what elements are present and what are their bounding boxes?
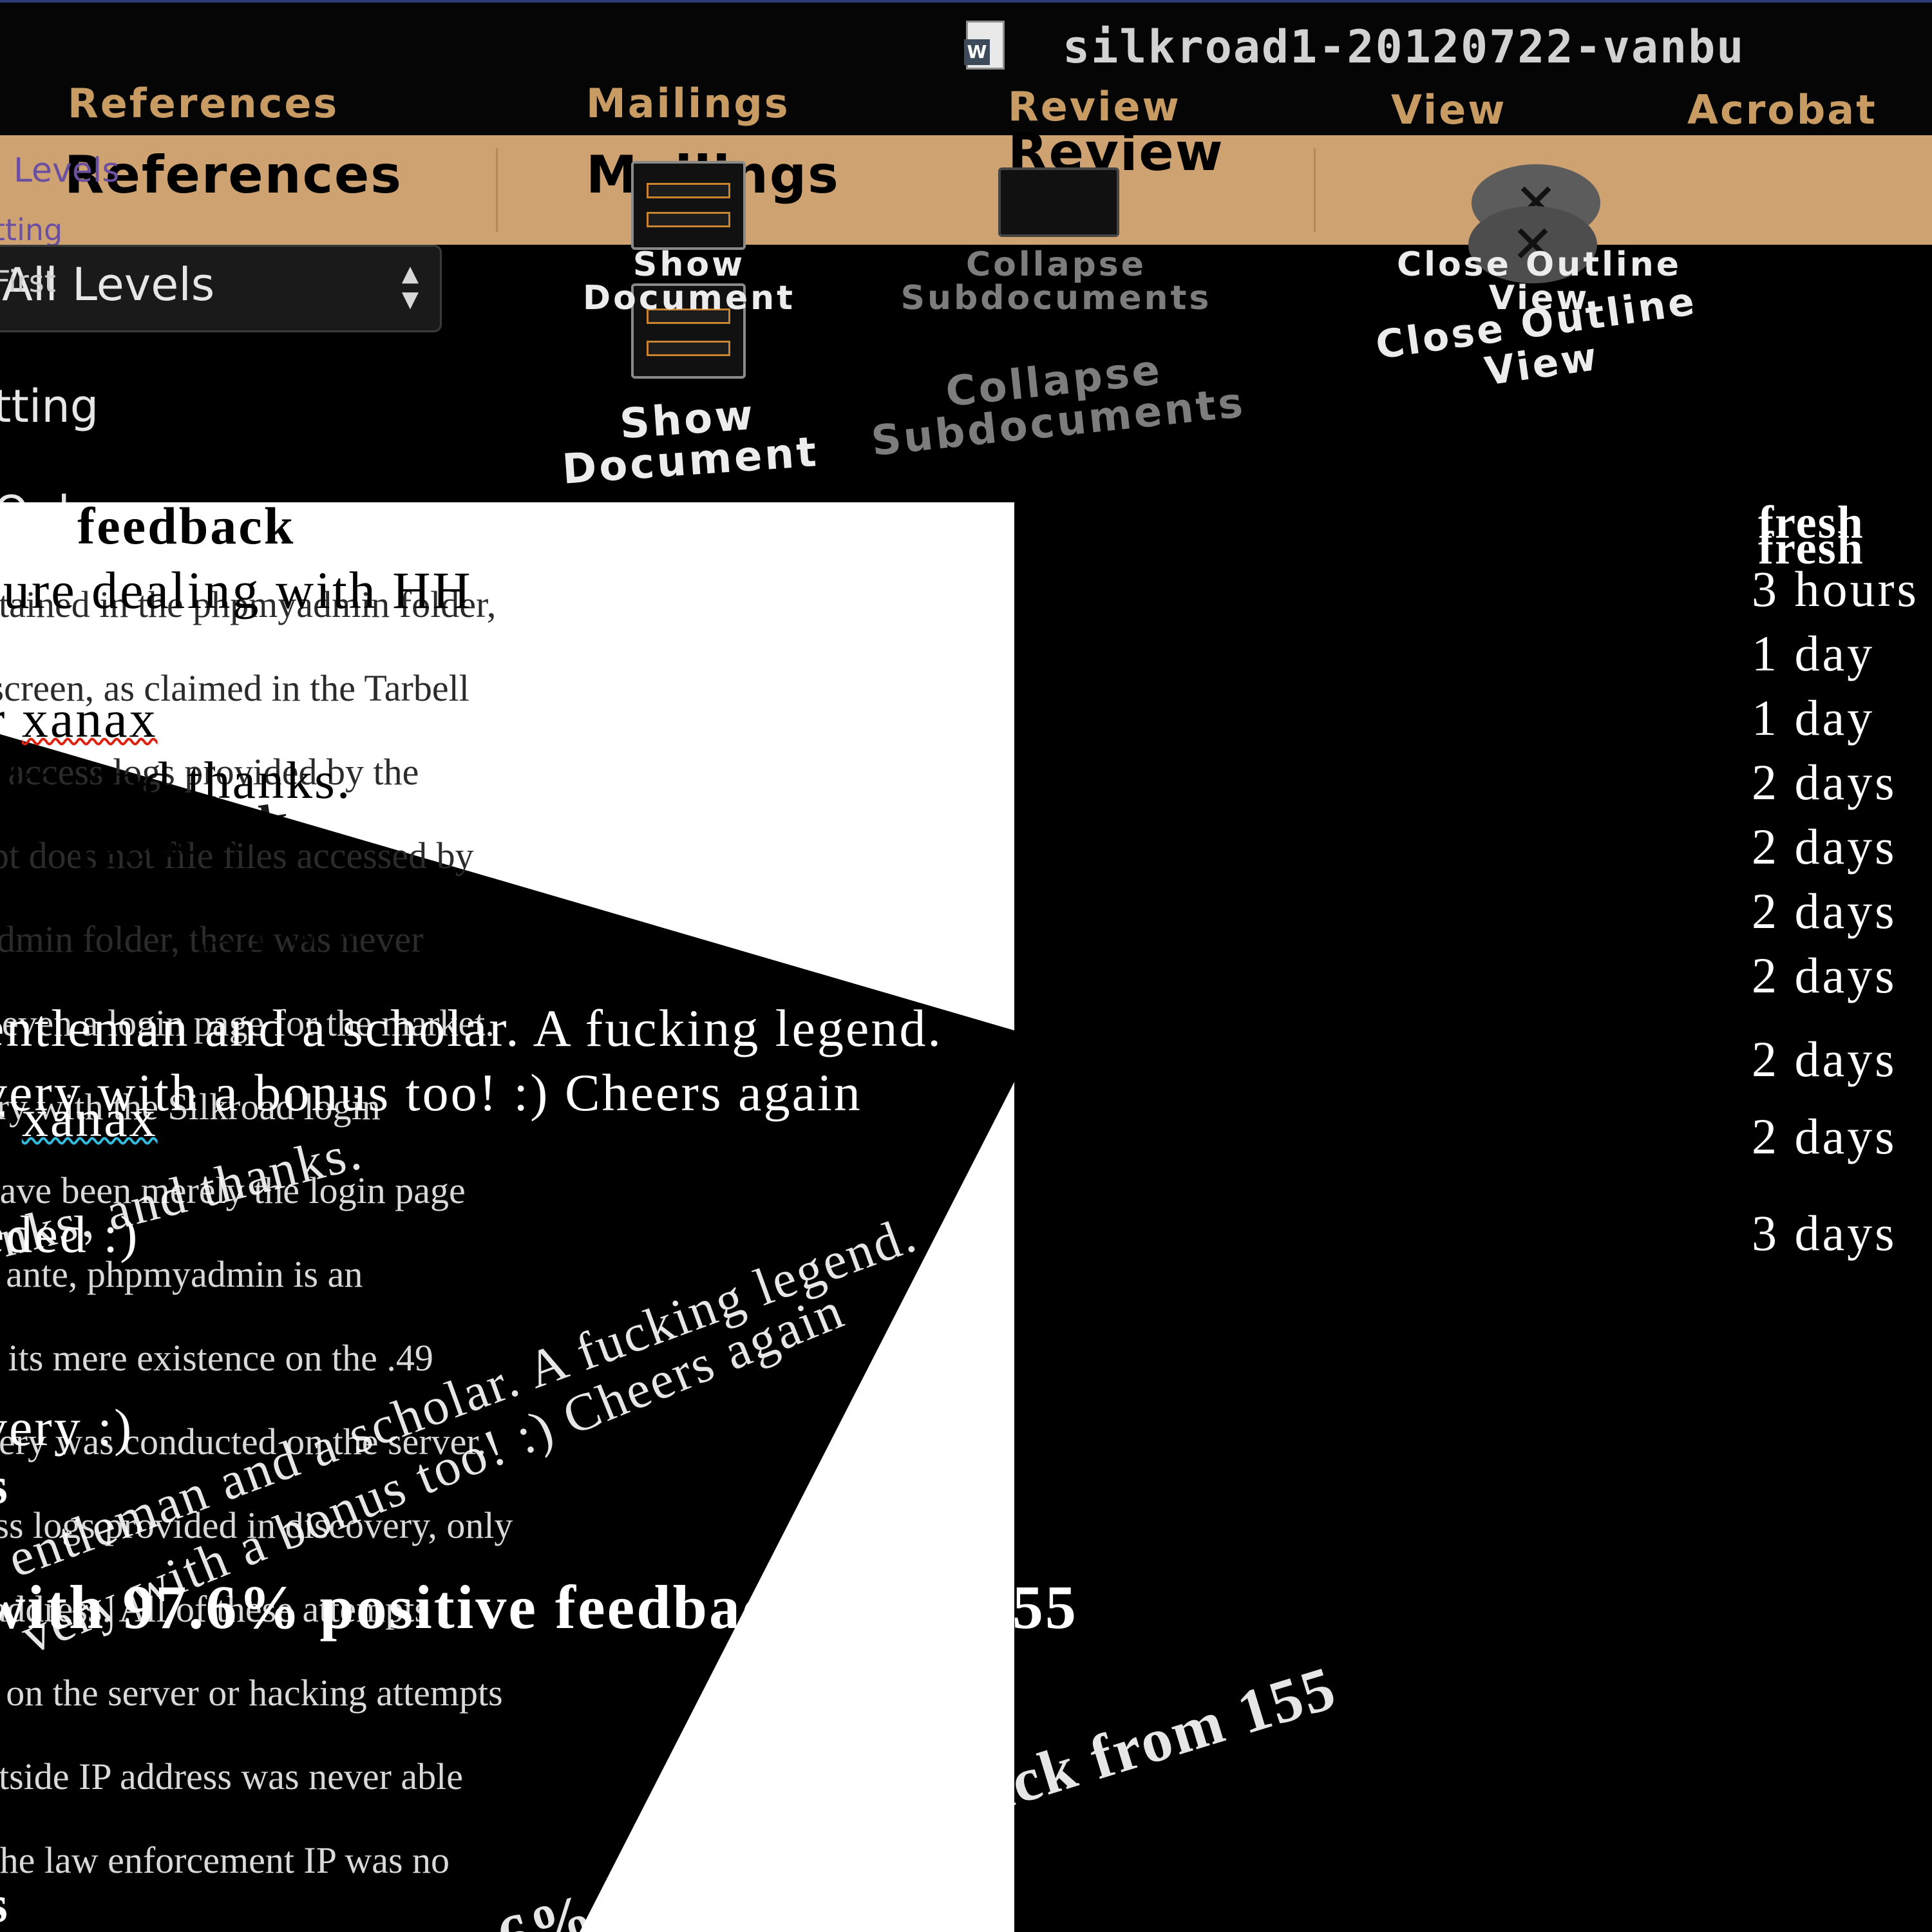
feedback-line: nks, and thanks. (0, 751, 352, 810)
misspelled-word: xanax (21, 1089, 158, 1148)
show-document-button[interactable]: Show Document (545, 390, 833, 494)
document-line: ed on the server or hacking attempts (0, 1672, 503, 1714)
listing-time: 3 hours (1752, 561, 1919, 617)
listing-time: 1 day (1752, 625, 1875, 681)
listing-time: 3 days (1752, 1205, 1897, 1261)
show-document-icon[interactable] (631, 161, 746, 250)
feedback-line: entleman and a scholar. A fucking legend… (0, 999, 943, 1057)
listing-time: 2 days (1752, 1031, 1897, 1087)
chevron-updown-icon: ▲ ▼ (401, 261, 419, 312)
document-line: outside IP address was never able (0, 1756, 464, 1797)
formatting-fragment: tting (0, 213, 63, 247)
collapse-arrow-icon[interactable] (998, 167, 1119, 237)
screenshot-stage: silkroad1-20120722-vanbu References Mail… (0, 0, 1932, 1932)
feedback-line: r xanax (0, 689, 158, 750)
listing-time: 2 days (1752, 1108, 1897, 1164)
levels-fragment: l Levels (0, 151, 120, 190)
collapse-subdocuments-button[interactable]: Collapse Subdocuments (850, 248, 1262, 315)
tab-acrobat[interactable]: Acrobat (1687, 86, 1877, 133)
group-separator (1314, 148, 1316, 232)
misspelled-word: xanax (21, 690, 158, 748)
feedback-line: s (0, 1874, 10, 1932)
listing-time: 2 days (1752, 819, 1897, 875)
document-title: silkroad1-20120722-vanbu (1063, 21, 1745, 73)
listing-time: 2 days (1752, 754, 1897, 810)
feedback-line: r xanax (0, 1088, 158, 1149)
ribbon-tab-bar: silkroad1-20120722-vanbu References Mail… (0, 0, 1932, 141)
document-line: d the law enforcement IP was no (0, 1839, 450, 1881)
collapse-subdocuments-button[interactable]: Collapse Subdocuments (847, 339, 1265, 466)
listing-time: 2 days (1752, 883, 1897, 939)
first-line-fragment: First (0, 264, 56, 299)
listing-time: 2 days (1752, 947, 1897, 1003)
feedback-line: very :) (0, 1398, 134, 1457)
group-separator (496, 148, 498, 232)
tab-mailings[interactable]: Mailings (586, 80, 790, 127)
tab-view[interactable]: View (1391, 86, 1506, 133)
show-level-select[interactable]: All Levels ▲ ▼ (0, 245, 442, 332)
feedback-line: s (0, 1455, 10, 1516)
show-text-formatting-label[interactable]: tting (0, 380, 99, 433)
listing-time: 1 day (1752, 690, 1875, 746)
document-line: nd its mere existence on the .49 (0, 1337, 433, 1379)
tab-references[interactable]: References (68, 80, 339, 127)
word-document-icon (964, 21, 1005, 70)
feedback-line: sure dealing with HH (0, 561, 473, 620)
feedback-heading: feedback (77, 497, 296, 555)
show-document-button[interactable]: Show Document (547, 248, 831, 315)
